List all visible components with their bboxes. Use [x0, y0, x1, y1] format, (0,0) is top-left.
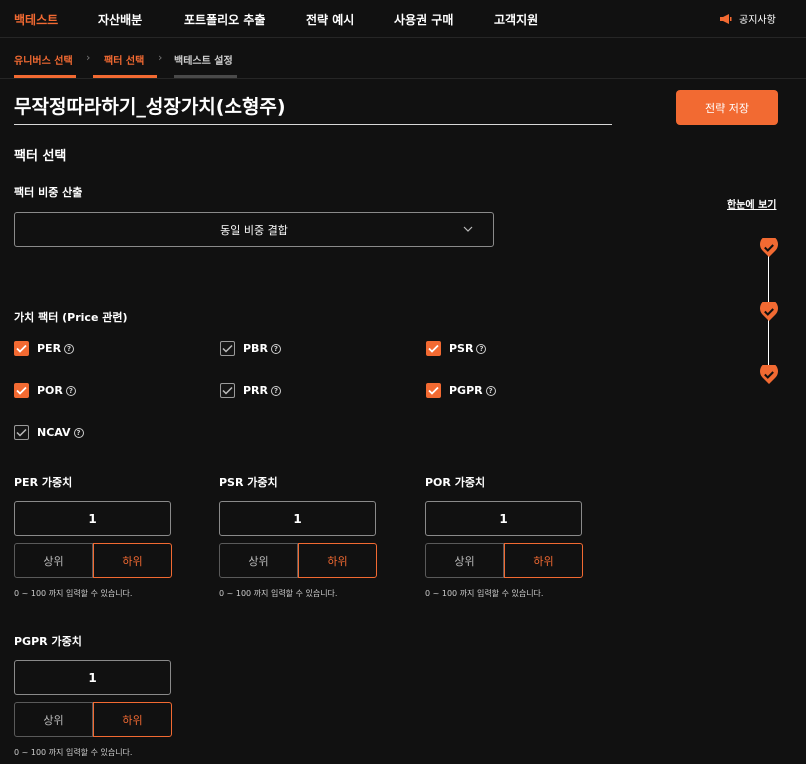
weight-hint: 0 ~ 100 까지 입력할 수 있습니다.: [14, 748, 133, 757]
help-icon[interactable]: ?: [485, 385, 496, 396]
help-icon[interactable]: ?: [64, 343, 75, 354]
save-strategy-button[interactable]: 전략 저장: [676, 90, 778, 125]
upper-option[interactable]: 상위: [219, 543, 298, 578]
weight-hint: 0 ~ 100 까지 입력할 수 있습니다.: [14, 589, 133, 598]
checkbox-checked[interactable]: [14, 383, 29, 398]
help-icon[interactable]: ?: [476, 343, 487, 354]
weight-box-por: POR 가중치 1 상위 하위 0 ~ 100 까지 입력할 수 있습니다.: [425, 474, 583, 599]
rank-toggle: 상위 하위: [14, 543, 172, 578]
rank-toggle: 상위 하위: [425, 543, 583, 578]
weight-input[interactable]: 1: [14, 660, 171, 695]
checkbox-unchecked[interactable]: [220, 383, 235, 398]
step-nav: 유니버스 선택 › 팩터 선택 › 백테스트 설정: [0, 39, 806, 79]
factor-ncav[interactable]: NCAV ?: [14, 425, 84, 440]
step-backtest-settings[interactable]: 백테스트 설정: [174, 52, 233, 67]
check-pin-icon[interactable]: [759, 365, 779, 385]
step-universe-underline: [14, 75, 76, 78]
weight-input[interactable]: 1: [219, 501, 376, 536]
weight-calc-select[interactable]: 동일 비중 결합: [14, 212, 494, 247]
check-icon: [16, 386, 27, 395]
weight-hint: 0 ~ 100 까지 입력할 수 있습니다.: [219, 589, 338, 598]
rank-toggle: 상위 하위: [14, 702, 172, 737]
check-icon: [428, 386, 439, 395]
top-nav: 백테스트 자산배분 포트폴리오 추출 전략 예시 사용권 구매 고객지원 공지사…: [0, 0, 806, 38]
overview-link[interactable]: 한눈에 보기: [727, 196, 776, 211]
step-backtest-underline: [174, 75, 237, 78]
notice-link[interactable]: 공지사항: [719, 11, 776, 26]
weight-box-pgpr: PGPR 가중치 1 상위 하위 0 ~ 100 까지 입력할 수 있습니다.: [14, 633, 172, 758]
weight-input[interactable]: 1: [425, 501, 582, 536]
factor-pgpr[interactable]: PGPR ?: [426, 383, 496, 398]
factor-per[interactable]: PER ?: [14, 341, 75, 356]
rank-toggle: 상위 하위: [219, 543, 377, 578]
factor-label: PSR: [449, 342, 474, 355]
checkbox-unchecked[interactable]: [14, 425, 29, 440]
nav-item-strategy-examples[interactable]: 전략 예시: [306, 11, 354, 28]
nav-item-asset-allocation[interactable]: 자산배분: [98, 11, 142, 28]
weight-calc-value: 동일 비중 결합: [220, 223, 288, 237]
chevron-right-icon: ›: [86, 51, 91, 64]
factor-prr[interactable]: PRR ?: [220, 383, 282, 398]
factor-label: POR: [37, 384, 63, 397]
factor-psr[interactable]: PSR ?: [426, 341, 487, 356]
lower-option[interactable]: 하위: [93, 543, 172, 578]
megaphone-icon: [720, 13, 732, 24]
lower-option[interactable]: 하위: [298, 543, 377, 578]
upper-option[interactable]: 상위: [14, 702, 93, 737]
factor-por[interactable]: POR ?: [14, 383, 76, 398]
checkbox-checked[interactable]: [426, 383, 441, 398]
help-icon[interactable]: ?: [65, 385, 76, 396]
chevron-right-icon: ›: [158, 51, 163, 64]
help-icon[interactable]: ?: [271, 385, 282, 396]
nav-item-backtest[interactable]: 백테스트: [14, 11, 58, 28]
check-pin-icon[interactable]: [759, 302, 779, 322]
nav-item-support[interactable]: 고객지원: [494, 11, 538, 28]
step-universe[interactable]: 유니버스 선택: [14, 52, 73, 67]
weight-box-per: PER 가중치 1 상위 하위 0 ~ 100 까지 입력할 수 있습니다.: [14, 474, 172, 599]
weight-label: PSR 가중치: [219, 476, 278, 489]
weight-calc-label: 팩터 비중 산출: [14, 186, 83, 199]
help-icon[interactable]: ?: [73, 427, 84, 438]
upper-option[interactable]: 상위: [425, 543, 504, 578]
checkbox-unchecked[interactable]: [220, 341, 235, 356]
weight-label: PER 가중치: [14, 476, 73, 489]
check-icon: [16, 344, 27, 353]
help-icon[interactable]: ?: [270, 343, 281, 354]
factor-label: NCAV: [37, 426, 71, 439]
weight-label: POR 가중치: [425, 476, 486, 489]
weight-box-psr: PSR 가중치 1 상위 하위 0 ~ 100 까지 입력할 수 있습니다.: [219, 474, 377, 599]
value-factor-heading: 가치 팩터 (Price 관련): [14, 311, 128, 324]
weight-input[interactable]: 1: [14, 501, 171, 536]
upper-option[interactable]: 상위: [14, 543, 93, 578]
strategy-title: 무작정따라하기_성장가치(소형주): [14, 96, 286, 118]
notice-label: 공지사항: [739, 15, 776, 26]
factor-pbr[interactable]: PBR ?: [220, 341, 281, 356]
weight-hint: 0 ~ 100 까지 입력할 수 있습니다.: [425, 589, 544, 598]
check-icon: [222, 386, 233, 395]
nav-item-portfolio-extract[interactable]: 포트폴리오 추출: [184, 11, 265, 28]
chevron-down-icon: [463, 226, 473, 232]
factor-label: PBR: [243, 342, 268, 355]
factor-label: PRR: [243, 384, 269, 397]
step-factor-underline: [93, 75, 157, 78]
checkbox-checked[interactable]: [14, 341, 29, 356]
weight-label: PGPR 가중치: [14, 635, 82, 648]
nav-item-license-purchase[interactable]: 사용권 구매: [394, 11, 453, 28]
check-icon: [16, 428, 27, 437]
factor-label: PER: [37, 342, 62, 355]
check-icon: [428, 344, 439, 353]
check-icon: [222, 344, 233, 353]
checkbox-checked[interactable]: [426, 341, 441, 356]
lower-option[interactable]: 하위: [504, 543, 583, 578]
check-pin-icon[interactable]: [759, 238, 779, 258]
strategy-title-field[interactable]: 무작정따라하기_성장가치(소형주): [14, 92, 612, 125]
factor-label: PGPR: [449, 384, 483, 397]
step-factor[interactable]: 팩터 선택: [104, 52, 144, 67]
section-heading: 팩터 선택: [14, 149, 67, 164]
lower-option[interactable]: 하위: [93, 702, 172, 737]
